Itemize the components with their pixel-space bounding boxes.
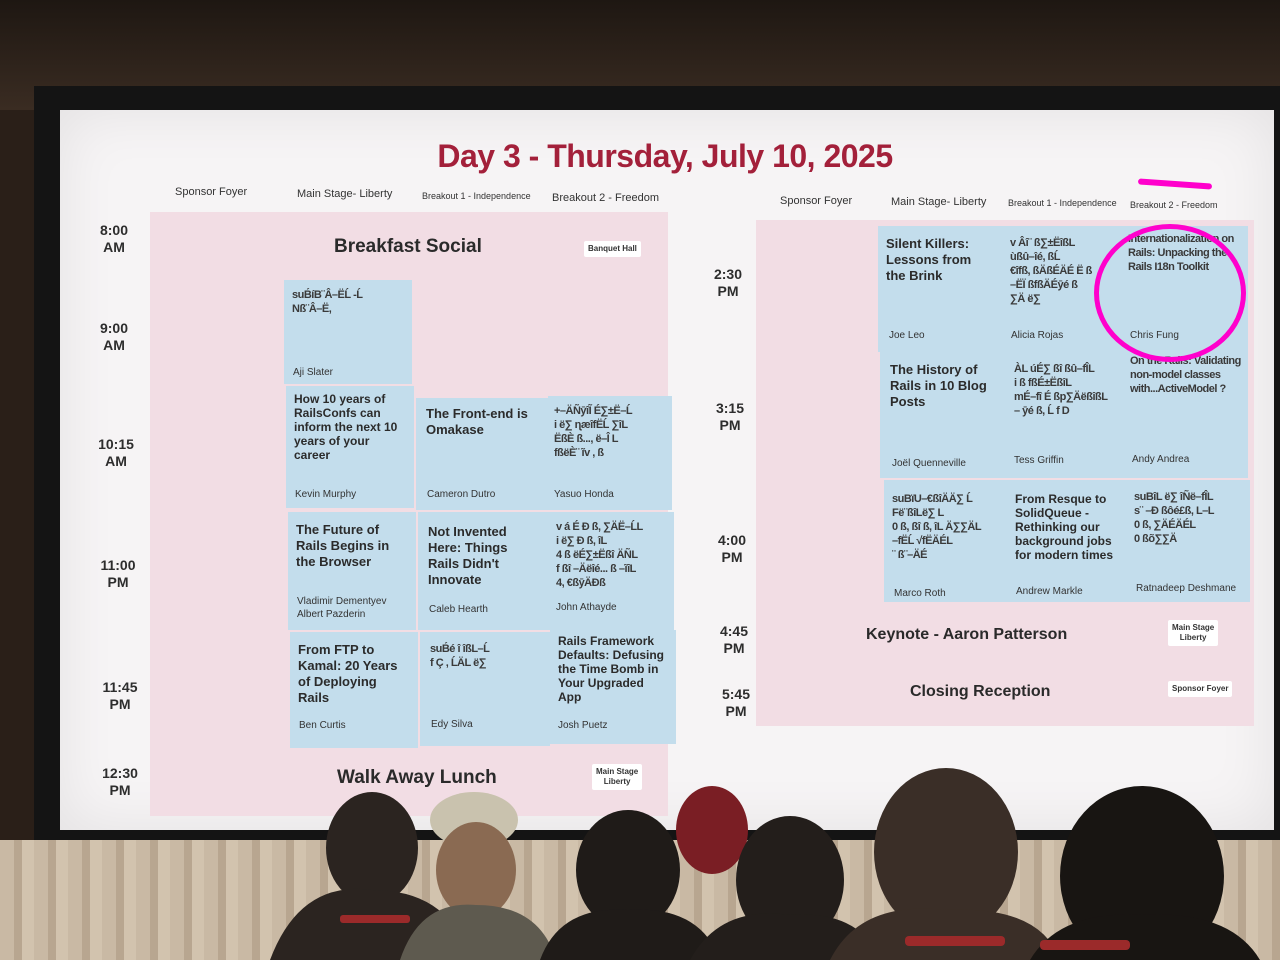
audience-silhouettes — [270, 768, 1260, 960]
